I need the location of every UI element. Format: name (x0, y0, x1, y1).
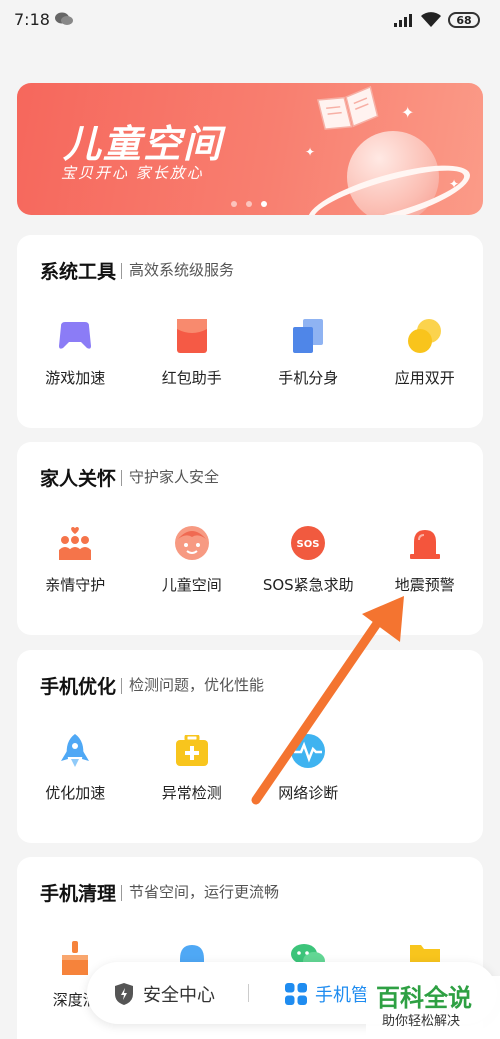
alarm-light-icon (406, 524, 444, 562)
broom-icon (56, 939, 94, 977)
red-envelope-icon (173, 317, 211, 355)
wifi-icon (421, 12, 441, 27)
banner-title: 儿童空间 (63, 122, 224, 166)
status-time: 7:18 (14, 10, 50, 29)
tab-security-center[interactable]: 安全中心 (113, 981, 215, 1007)
page-dot-active (261, 201, 267, 207)
shield-icon (115, 983, 133, 1005)
tool-game-boost[interactable]: 游戏加速 (17, 317, 134, 388)
tool-label: 应用双开 (394, 369, 455, 387)
section-title: 家人关怀 (40, 468, 117, 490)
tool-phone-clone[interactable]: 手机分身 (250, 317, 367, 388)
banner-page-indicator (231, 201, 267, 207)
title-divider (121, 470, 122, 486)
grid-apps-icon (285, 983, 307, 1005)
medical-kit-icon (173, 732, 211, 770)
tab-phone-manager[interactable]: 手机管 (285, 981, 369, 1007)
section-subtitle: 高效系统级服务 (129, 261, 235, 279)
child-face-icon (173, 524, 211, 562)
title-divider (121, 678, 122, 694)
section-system-tools: 系统工具 高效系统级服务 游戏加速 红包助手 手机分身 应用双开 (17, 235, 483, 428)
gamepad-icon (56, 317, 94, 355)
section-subtitle: 检测问题，优化性能 (129, 676, 265, 694)
site-watermark: 百科全说 助你轻松解决 (366, 976, 500, 1039)
tool-sos[interactable]: SOS SOS紧急求助 (250, 524, 367, 595)
tool-anomaly-detect[interactable]: 异常检测 (134, 732, 251, 803)
sos-icon: SOS (289, 524, 327, 562)
tab-manager-label: 手机管 (315, 985, 369, 1006)
watermark-subtitle: 助你轻松解决 (382, 1014, 461, 1029)
tool-dual-apps[interactable]: 应用双开 (367, 317, 484, 388)
battery-level: 68 (456, 13, 472, 27)
phone-clone-icon (289, 317, 327, 355)
tool-red-packet[interactable]: 红包助手 (134, 317, 251, 388)
battery-icon: 68 (448, 12, 480, 28)
tool-label: 红包助手 (161, 369, 222, 387)
tool-network-diagnosis[interactable]: 网络诊断 (250, 732, 367, 803)
section-title: 手机优化 (40, 676, 117, 698)
sparkle-icon: ✦ (401, 103, 415, 122)
status-bar: 7:18 68 (0, 0, 500, 40)
sparkle-icon: ✦ (305, 145, 316, 159)
dual-apps-icon (406, 317, 444, 355)
network-pulse-icon (289, 732, 327, 770)
signal-icon (394, 14, 412, 27)
tool-label: 地震预警 (394, 576, 455, 594)
section-subtitle: 守护家人安全 (129, 468, 220, 486)
section-title: 系统工具 (40, 261, 117, 283)
tab-security-label: 安全中心 (143, 985, 215, 1006)
tool-label: 优化加速 (45, 784, 106, 802)
tab-divider (248, 984, 249, 1002)
title-divider (121, 263, 122, 279)
tool-label: 异常检测 (161, 784, 222, 802)
tool-family-guard[interactable]: 亲情守护 (17, 524, 134, 595)
tool-label: 游戏加速 (45, 369, 106, 387)
kids-space-banner[interactable]: 儿童空间 宝贝开心 家长放心 ✦ ✦ ✦ (17, 83, 483, 215)
tool-label: 网络诊断 (278, 784, 339, 802)
tool-optimize-boost[interactable]: 优化加速 (17, 732, 134, 803)
family-guard-icon (56, 524, 94, 562)
rocket-icon (56, 732, 94, 770)
sparkle-icon: ✦ (449, 177, 460, 191)
section-subtitle: 节省空间，运行更流畅 (129, 883, 280, 901)
watermark-title: 百科全说 (376, 984, 472, 1012)
tool-label: 儿童空间 (161, 576, 222, 594)
wechat-notification-icon (55, 12, 73, 25)
tool-earthquake-warning[interactable]: 地震预警 (367, 524, 484, 595)
page-dot (231, 201, 237, 207)
book-icon (316, 85, 379, 130)
tool-label: SOS紧急求助 (262, 576, 354, 594)
section-phone-optimization: 手机优化 检测问题，优化性能 优化加速 异常检测 网络诊断 (17, 650, 483, 843)
title-divider (121, 885, 122, 901)
svg-text:SOS: SOS (297, 539, 320, 550)
banner-subtitle: 宝贝开心 家长放心 (61, 164, 204, 182)
page-dot (246, 201, 252, 207)
tool-label: 手机分身 (278, 369, 339, 387)
section-title: 手机清理 (40, 883, 117, 905)
tool-label: 亲情守护 (45, 576, 106, 594)
section-family-care: 家人关怀 守护家人安全 亲情守护 儿童空间 SOS SOS紧急求助 地震预警 (17, 442, 483, 635)
tool-kids-space[interactable]: 儿童空间 (134, 524, 251, 595)
